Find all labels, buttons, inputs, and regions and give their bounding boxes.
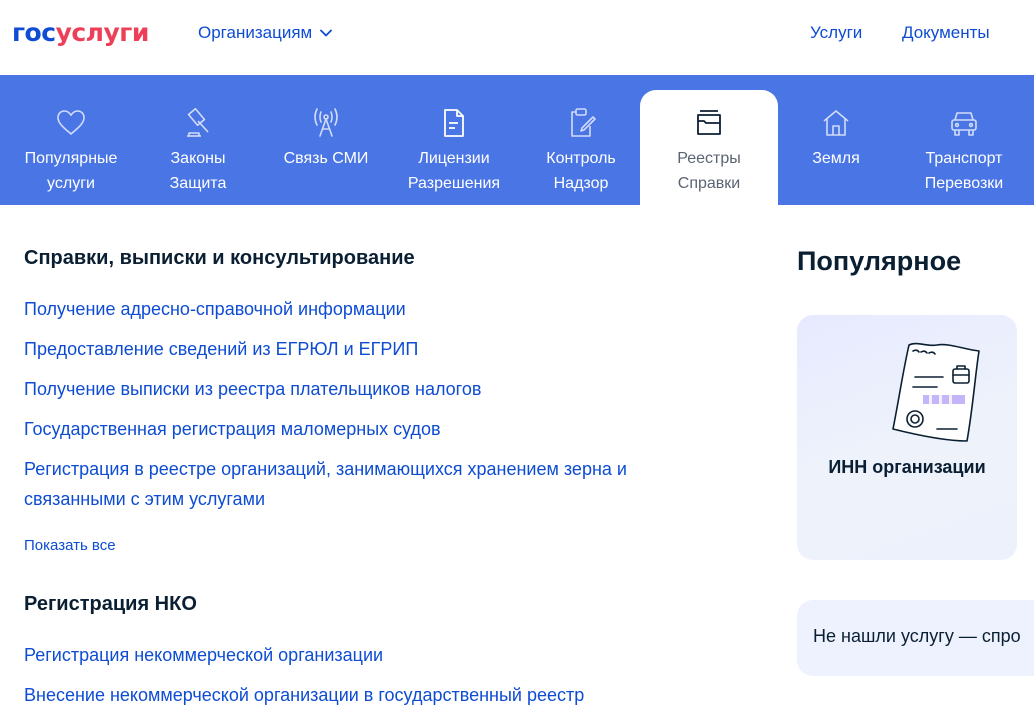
antenna-icon	[309, 106, 343, 140]
service-link[interactable]: Получение выписки из реестра плательщико…	[24, 374, 704, 404]
category-label: Надзор	[553, 175, 609, 192]
header: госуслуги Организациям Услуги Документы	[0, 0, 1034, 75]
popular-card-inn[interactable]: ИНН организации	[797, 315, 1017, 560]
category-label: Разрешения	[407, 175, 501, 192]
category-label: Контроль	[546, 150, 616, 167]
popular-title: Популярное	[797, 246, 962, 276]
category-laws[interactable]: Законы Защита	[152, 90, 244, 205]
popular-card-label: ИНН организации	[828, 457, 986, 477]
section-title-references: Справки, выписки и консультирование	[24, 247, 415, 269]
service-link[interactable]: Предоставление сведений из ЕГРЮЛ и ЕГРИП	[24, 334, 704, 364]
services-link[interactable]: Услуги	[810, 23, 862, 43]
category-label: Земля	[812, 150, 860, 167]
section-title-nko: Регистрация НКО	[24, 593, 197, 615]
not-found-banner[interactable]: Не нашли услугу — спро	[797, 600, 1034, 676]
category-label: Реестры	[677, 150, 741, 167]
category-label: Защита	[169, 175, 227, 192]
document-icon	[437, 106, 471, 140]
category-bar: Популярные услуги Законы Защита Связь СМ…	[0, 75, 1034, 205]
not-found-text: Не нашли услугу — спро	[813, 626, 1021, 646]
service-link[interactable]: Регистрация в реестре организаций, заним…	[24, 454, 704, 514]
document-stamp-icon	[892, 342, 980, 442]
service-link[interactable]: Получение адресно-справочной информации	[24, 294, 704, 324]
category-transport[interactable]: Транспорт Перевозки	[912, 90, 1016, 205]
logo-part-uslugi: услуги	[55, 18, 150, 47]
house-icon	[819, 106, 853, 140]
service-link[interactable]: Регистрация некоммерческой организации	[24, 640, 704, 670]
car-icon	[947, 106, 981, 140]
category-label: Популярные	[24, 150, 118, 167]
category-label: Законы	[170, 150, 226, 167]
clipboard-edit-icon	[564, 106, 598, 140]
category-label: Лицензии	[418, 150, 490, 167]
category-land[interactable]: Земля	[796, 90, 876, 205]
category-label: Связь СМИ	[283, 150, 369, 167]
organizations-menu-label: Организациям	[198, 23, 313, 42]
gavel-icon	[181, 106, 215, 140]
heart-icon	[54, 106, 88, 140]
chevron-down-icon	[320, 29, 333, 37]
category-label: Справки	[677, 175, 741, 192]
gosuslugi-logo[interactable]: госуслуги	[12, 18, 149, 47]
category-label: услуги	[47, 175, 95, 192]
logo-part-gos: гос	[12, 18, 56, 47]
category-media[interactable]: Связь СМИ	[272, 90, 380, 205]
show-all-link[interactable]: Показать все	[24, 537, 116, 554]
documents-link[interactable]: Документы	[902, 23, 990, 43]
service-link[interactable]: Государственная регистрация маломерных с…	[24, 414, 704, 444]
service-link[interactable]: Внесение некоммерческой организации в го…	[24, 680, 704, 710]
category-registries[interactable]: Реестры Справки	[640, 90, 778, 205]
category-label: Перевозки	[924, 175, 1004, 192]
category-label: Транспорт	[925, 150, 1003, 167]
category-licenses[interactable]: Лицензии Разрешения	[398, 90, 510, 205]
organizations-menu[interactable]: Организациям	[198, 23, 333, 43]
category-popular[interactable]: Популярные услуги	[10, 90, 132, 205]
category-control[interactable]: Контроль Надзор	[530, 90, 632, 205]
folder-icon	[692, 106, 726, 140]
